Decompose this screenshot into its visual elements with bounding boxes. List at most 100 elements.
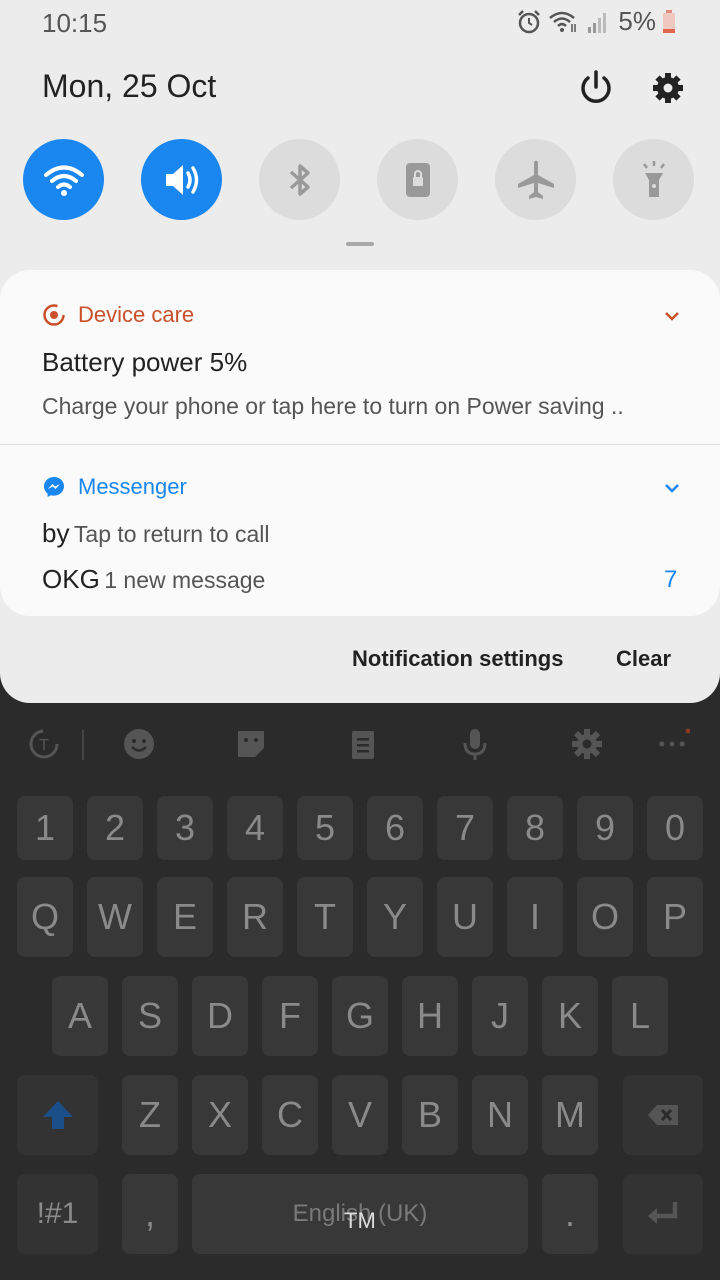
translate-icon[interactable]: T (24, 722, 64, 766)
key-0[interactable]: 0 (647, 796, 703, 860)
key-b[interactable]: B (402, 1075, 458, 1155)
key-u[interactable]: U (437, 877, 493, 957)
airplane-mode-toggle[interactable] (495, 139, 576, 220)
key-w[interactable]: W (87, 877, 143, 957)
messenger-app-name: Messenger (78, 474, 187, 499)
message-count-badge: 7 (664, 566, 678, 593)
emoji-icon[interactable] (119, 722, 159, 766)
power-button[interactable] (574, 66, 618, 110)
wifi-icon (549, 11, 577, 32)
key-e[interactable]: E (157, 877, 213, 957)
keyboard-toolbar: T (0, 700, 720, 788)
more-options-icon[interactable] (652, 722, 692, 766)
sound-toggle[interactable] (141, 139, 222, 220)
signal-icon (588, 12, 607, 33)
key-9[interactable]: 9 (577, 796, 633, 860)
keyboard-settings-icon[interactable] (567, 722, 607, 766)
microphone-icon[interactable] (455, 722, 495, 766)
key-o[interactable]: O (577, 877, 633, 957)
speaker-icon (165, 164, 198, 195)
gear-icon (653, 73, 683, 103)
notification-divider (0, 444, 720, 445)
key-p[interactable]: P (647, 877, 703, 957)
device-care-expand-icon[interactable] (662, 306, 682, 326)
clear-button[interactable]: Clear (616, 646, 671, 672)
wifi-toggle[interactable] (23, 139, 104, 220)
key-i[interactable]: I (507, 877, 563, 957)
drag-handle[interactable] (346, 242, 374, 246)
key-3[interactable]: 3 (157, 796, 213, 860)
battery-icon (663, 9, 675, 33)
key-2[interactable]: 2 (87, 796, 143, 860)
key-k[interactable]: K (542, 976, 598, 1056)
status-icons: 5% (516, 6, 676, 37)
key-r[interactable]: R (227, 877, 283, 957)
rotation-lock-icon (405, 162, 430, 197)
messenger-header: Messenger (42, 474, 187, 500)
key-d[interactable]: D (192, 976, 248, 1056)
status-bar: 10:15 5% (0, 0, 720, 44)
enter-key[interactable] (623, 1174, 703, 1254)
key-c[interactable]: C (262, 1075, 318, 1155)
messenger-line: OKG 1 new message (42, 564, 265, 595)
power-icon (581, 70, 611, 103)
key-t[interactable]: T (297, 877, 353, 957)
key-7[interactable]: 7 (437, 796, 493, 860)
alarm-icon (518, 9, 541, 33)
key-j[interactable]: J (472, 976, 528, 1056)
key-v[interactable]: V (332, 1075, 388, 1155)
svg-text:T: T (39, 737, 49, 754)
enter-icon (648, 1202, 678, 1224)
bluetooth-toggle[interactable] (259, 139, 340, 220)
screen-lock-toggle[interactable] (377, 139, 458, 220)
status-time: 10:15 (42, 8, 108, 38)
device-care-title: Battery power 5% (42, 347, 248, 377)
clipboard-icon[interactable] (343, 722, 383, 766)
key-8[interactable]: 8 (507, 796, 563, 860)
keyboard: T 1 2 3 4 5 6 7 8 9 0 Q W E R T Y U I O … (0, 700, 720, 1280)
key-z[interactable]: Z (122, 1075, 178, 1155)
key-n[interactable]: N (472, 1075, 528, 1155)
shift-icon (42, 1101, 73, 1129)
device-care-icon (43, 304, 65, 326)
period-key[interactable]: . (542, 1174, 598, 1254)
backspace-icon (648, 1105, 678, 1125)
key-s[interactable]: S (122, 976, 178, 1056)
key-m[interactable]: M (542, 1075, 598, 1155)
message-text: Tap to return to call (73, 521, 270, 547)
key-6[interactable]: 6 (367, 796, 423, 860)
device-care-app-name: Device care (78, 302, 195, 327)
wifi-icon (43, 165, 84, 196)
messenger-line: by Tap to return to call (42, 518, 270, 549)
messenger-icon (44, 477, 64, 497)
device-care-header: Device care (42, 302, 194, 328)
overlay-text: TM (344, 1208, 376, 1233)
key-g[interactable]: G (332, 976, 388, 1056)
backspace-key[interactable] (623, 1075, 703, 1155)
messenger-expand-icon[interactable] (662, 478, 682, 498)
key-f[interactable]: F (262, 976, 318, 1056)
date-label: Mon, 25 Oct (42, 68, 217, 104)
device-care-text: Charge your phone or tap here to turn on… (42, 393, 624, 419)
key-x[interactable]: X (192, 1075, 248, 1155)
key-q[interactable]: Q (17, 877, 73, 957)
key-1[interactable]: 1 (17, 796, 73, 860)
key-l[interactable]: L (612, 976, 668, 1056)
notification-settings-button[interactable]: Notification settings (352, 646, 563, 672)
notification-panel: 10:15 5% Mon, 25 Oct Device care Battery… (0, 0, 720, 703)
key-a[interactable]: A (52, 976, 108, 1056)
battery-percent: 5% (618, 6, 656, 36)
message-sender: OKG (42, 564, 100, 594)
message-text: 1 new message (104, 567, 266, 593)
key-h[interactable]: H (402, 976, 458, 1056)
settings-button[interactable] (646, 66, 690, 110)
shift-key[interactable] (17, 1075, 98, 1155)
sticker-icon[interactable] (231, 722, 271, 766)
key-4[interactable]: 4 (227, 796, 283, 860)
comma-key[interactable]: , (122, 1174, 178, 1254)
symbols-key[interactable]: !#1 (17, 1174, 98, 1254)
key-y[interactable]: Y (367, 877, 423, 957)
flashlight-toggle[interactable] (613, 139, 694, 220)
airplane-icon (517, 160, 554, 199)
key-5[interactable]: 5 (297, 796, 353, 860)
